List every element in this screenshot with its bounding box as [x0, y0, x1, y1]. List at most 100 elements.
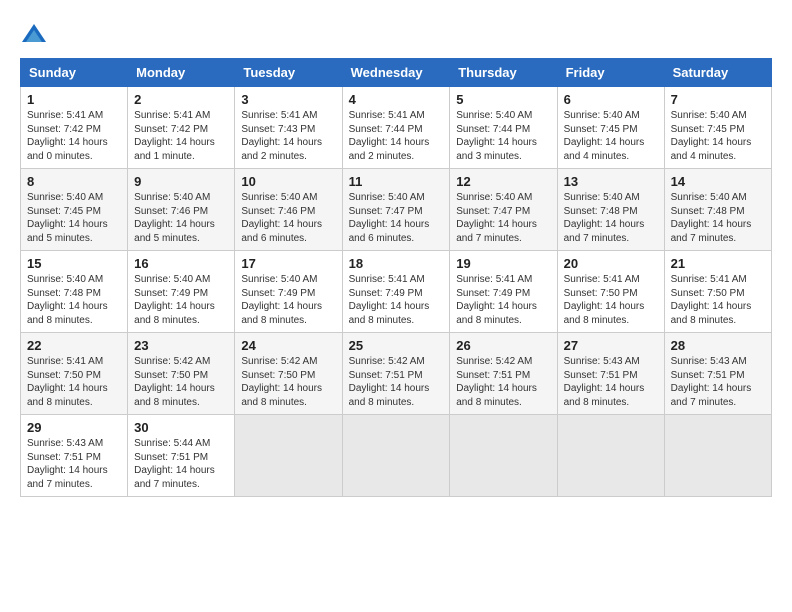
day-number: 7 — [671, 92, 765, 107]
week-row-2: 8 Sunrise: 5:40 AMSunset: 7:45 PMDayligh… — [21, 169, 772, 251]
cell-text: Sunrise: 5:40 AMSunset: 7:45 PMDaylight:… — [671, 110, 752, 162]
day-number: 5 — [456, 92, 550, 107]
calendar-cell: 18 Sunrise: 5:41 AMSunset: 7:49 PMDaylig… — [342, 251, 450, 333]
day-number: 24 — [241, 338, 335, 353]
day-number: 28 — [671, 338, 765, 353]
cell-text: Sunrise: 5:40 AMSunset: 7:49 PMDaylight:… — [241, 274, 322, 326]
cell-text: Sunrise: 5:41 AMSunset: 7:44 PMDaylight:… — [349, 110, 430, 162]
page-header — [20, 20, 772, 48]
calendar-cell: 4 Sunrise: 5:41 AMSunset: 7:44 PMDayligh… — [342, 87, 450, 169]
calendar-cell: 10 Sunrise: 5:40 AMSunset: 7:46 PMDaylig… — [235, 169, 342, 251]
cell-text: Sunrise: 5:40 AMSunset: 7:48 PMDaylight:… — [27, 274, 108, 326]
cell-text: Sunrise: 5:42 AMSunset: 7:51 PMDaylight:… — [349, 356, 430, 408]
week-row-1: 1 Sunrise: 5:41 AMSunset: 7:42 PMDayligh… — [21, 87, 772, 169]
cell-text: Sunrise: 5:40 AMSunset: 7:47 PMDaylight:… — [456, 192, 537, 244]
header-saturday: Saturday — [664, 59, 771, 87]
calendar-cell: 21 Sunrise: 5:41 AMSunset: 7:50 PMDaylig… — [664, 251, 771, 333]
logo — [20, 20, 52, 48]
day-number: 11 — [349, 174, 444, 189]
day-number: 17 — [241, 256, 335, 271]
cell-text: Sunrise: 5:42 AMSunset: 7:51 PMDaylight:… — [456, 356, 537, 408]
calendar-cell — [557, 415, 664, 497]
day-number: 18 — [349, 256, 444, 271]
calendar-cell: 15 Sunrise: 5:40 AMSunset: 7:48 PMDaylig… — [21, 251, 128, 333]
day-number: 21 — [671, 256, 765, 271]
day-number: 3 — [241, 92, 335, 107]
header-wednesday: Wednesday — [342, 59, 450, 87]
calendar-cell: 8 Sunrise: 5:40 AMSunset: 7:45 PMDayligh… — [21, 169, 128, 251]
week-row-4: 22 Sunrise: 5:41 AMSunset: 7:50 PMDaylig… — [21, 333, 772, 415]
day-number: 29 — [27, 420, 121, 435]
cell-text: Sunrise: 5:42 AMSunset: 7:50 PMDaylight:… — [241, 356, 322, 408]
calendar-cell: 2 Sunrise: 5:41 AMSunset: 7:42 PMDayligh… — [128, 87, 235, 169]
header-sunday: Sunday — [21, 59, 128, 87]
calendar-cell: 30 Sunrise: 5:44 AMSunset: 7:51 PMDaylig… — [128, 415, 235, 497]
cell-text: Sunrise: 5:40 AMSunset: 7:46 PMDaylight:… — [134, 192, 215, 244]
calendar-cell: 13 Sunrise: 5:40 AMSunset: 7:48 PMDaylig… — [557, 169, 664, 251]
calendar-cell: 12 Sunrise: 5:40 AMSunset: 7:47 PMDaylig… — [450, 169, 557, 251]
cell-text: Sunrise: 5:41 AMSunset: 7:50 PMDaylight:… — [27, 356, 108, 408]
cell-text: Sunrise: 5:40 AMSunset: 7:47 PMDaylight:… — [349, 192, 430, 244]
day-number: 2 — [134, 92, 228, 107]
calendar-cell: 28 Sunrise: 5:43 AMSunset: 7:51 PMDaylig… — [664, 333, 771, 415]
calendar-cell: 14 Sunrise: 5:40 AMSunset: 7:48 PMDaylig… — [664, 169, 771, 251]
calendar-cell: 6 Sunrise: 5:40 AMSunset: 7:45 PMDayligh… — [557, 87, 664, 169]
day-number: 22 — [27, 338, 121, 353]
cell-text: Sunrise: 5:40 AMSunset: 7:48 PMDaylight:… — [564, 192, 645, 244]
week-row-3: 15 Sunrise: 5:40 AMSunset: 7:48 PMDaylig… — [21, 251, 772, 333]
day-number: 14 — [671, 174, 765, 189]
header-row: SundayMondayTuesdayWednesdayThursdayFrid… — [21, 59, 772, 87]
cell-text: Sunrise: 5:41 AMSunset: 7:43 PMDaylight:… — [241, 110, 322, 162]
calendar-cell: 23 Sunrise: 5:42 AMSunset: 7:50 PMDaylig… — [128, 333, 235, 415]
calendar-cell — [342, 415, 450, 497]
cell-text: Sunrise: 5:43 AMSunset: 7:51 PMDaylight:… — [671, 356, 752, 408]
calendar-cell: 29 Sunrise: 5:43 AMSunset: 7:51 PMDaylig… — [21, 415, 128, 497]
day-number: 9 — [134, 174, 228, 189]
day-number: 23 — [134, 338, 228, 353]
day-number: 30 — [134, 420, 228, 435]
cell-text: Sunrise: 5:41 AMSunset: 7:49 PMDaylight:… — [349, 274, 430, 326]
day-number: 25 — [349, 338, 444, 353]
calendar-cell: 20 Sunrise: 5:41 AMSunset: 7:50 PMDaylig… — [557, 251, 664, 333]
day-number: 16 — [134, 256, 228, 271]
cell-text: Sunrise: 5:40 AMSunset: 7:44 PMDaylight:… — [456, 110, 537, 162]
cell-text: Sunrise: 5:43 AMSunset: 7:51 PMDaylight:… — [27, 438, 108, 490]
calendar-cell: 27 Sunrise: 5:43 AMSunset: 7:51 PMDaylig… — [557, 333, 664, 415]
cell-text: Sunrise: 5:43 AMSunset: 7:51 PMDaylight:… — [564, 356, 645, 408]
day-number: 8 — [27, 174, 121, 189]
calendar-cell: 25 Sunrise: 5:42 AMSunset: 7:51 PMDaylig… — [342, 333, 450, 415]
cell-text: Sunrise: 5:40 AMSunset: 7:45 PMDaylight:… — [27, 192, 108, 244]
cell-text: Sunrise: 5:40 AMSunset: 7:45 PMDaylight:… — [564, 110, 645, 162]
day-number: 10 — [241, 174, 335, 189]
cell-text: Sunrise: 5:44 AMSunset: 7:51 PMDaylight:… — [134, 438, 215, 490]
calendar-cell: 5 Sunrise: 5:40 AMSunset: 7:44 PMDayligh… — [450, 87, 557, 169]
calendar-cell — [664, 415, 771, 497]
calendar-cell: 17 Sunrise: 5:40 AMSunset: 7:49 PMDaylig… — [235, 251, 342, 333]
calendar-cell — [450, 415, 557, 497]
calendar-cell: 24 Sunrise: 5:42 AMSunset: 7:50 PMDaylig… — [235, 333, 342, 415]
day-number: 12 — [456, 174, 550, 189]
day-number: 26 — [456, 338, 550, 353]
cell-text: Sunrise: 5:41 AMSunset: 7:50 PMDaylight:… — [671, 274, 752, 326]
cell-text: Sunrise: 5:41 AMSunset: 7:42 PMDaylight:… — [134, 110, 215, 162]
cell-text: Sunrise: 5:40 AMSunset: 7:49 PMDaylight:… — [134, 274, 215, 326]
cell-text: Sunrise: 5:40 AMSunset: 7:48 PMDaylight:… — [671, 192, 752, 244]
cell-text: Sunrise: 5:41 AMSunset: 7:42 PMDaylight:… — [27, 110, 108, 162]
day-number: 20 — [564, 256, 658, 271]
calendar-cell: 9 Sunrise: 5:40 AMSunset: 7:46 PMDayligh… — [128, 169, 235, 251]
calendar-cell — [235, 415, 342, 497]
cell-text: Sunrise: 5:41 AMSunset: 7:49 PMDaylight:… — [456, 274, 537, 326]
calendar-cell: 3 Sunrise: 5:41 AMSunset: 7:43 PMDayligh… — [235, 87, 342, 169]
logo-icon — [20, 20, 48, 48]
day-number: 13 — [564, 174, 658, 189]
cell-text: Sunrise: 5:41 AMSunset: 7:50 PMDaylight:… — [564, 274, 645, 326]
calendar-cell: 7 Sunrise: 5:40 AMSunset: 7:45 PMDayligh… — [664, 87, 771, 169]
calendar-cell: 19 Sunrise: 5:41 AMSunset: 7:49 PMDaylig… — [450, 251, 557, 333]
day-number: 15 — [27, 256, 121, 271]
calendar-cell: 22 Sunrise: 5:41 AMSunset: 7:50 PMDaylig… — [21, 333, 128, 415]
day-number: 1 — [27, 92, 121, 107]
calendar-cell: 26 Sunrise: 5:42 AMSunset: 7:51 PMDaylig… — [450, 333, 557, 415]
calendar-table: SundayMondayTuesdayWednesdayThursdayFrid… — [20, 58, 772, 497]
header-monday: Monday — [128, 59, 235, 87]
day-number: 27 — [564, 338, 658, 353]
